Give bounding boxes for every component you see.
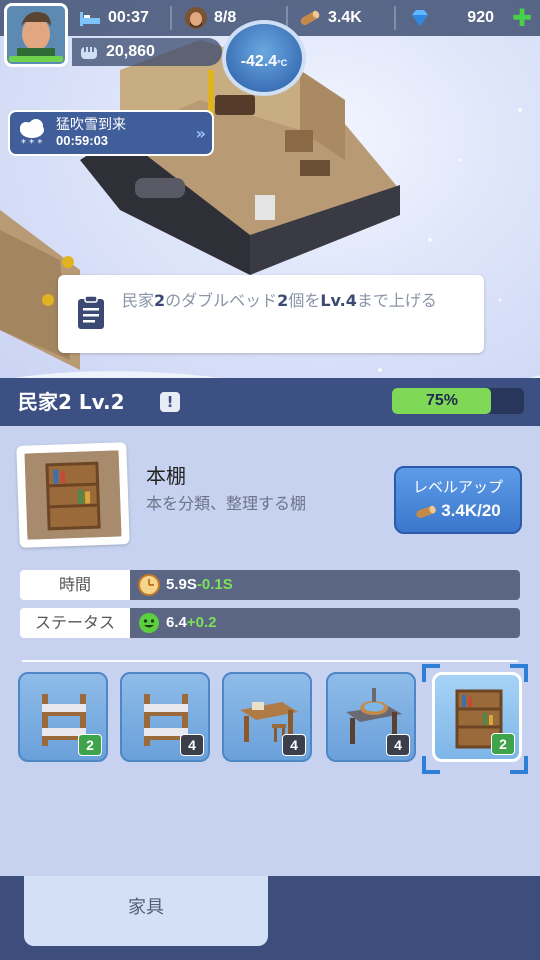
furniture-slot-wash-basin[interactable]: 4 [326, 672, 416, 762]
level-badge: 4 [180, 734, 204, 756]
level-up-cost: 3.4K/20 [396, 501, 520, 521]
tab-furniture[interactable]: 家具 [24, 876, 268, 946]
population-stat[interactable]: 8/8 [184, 6, 236, 30]
furniture-slot-bunk-bed[interactable]: 2 [18, 672, 108, 762]
stat-row-status: ステータス 6.4+0.2 [20, 608, 520, 638]
weather-countdown: 00:59:03 [56, 133, 109, 148]
selection-corner [422, 756, 440, 774]
stat-delta: +0.2 [186, 614, 217, 631]
survivor-icon [185, 7, 207, 29]
item-name: 本棚 [146, 464, 186, 488]
stat-value-text: 6.4 [166, 614, 187, 631]
quest-text-part: 個を [288, 291, 321, 310]
furniture-slot-bookshelf-selected[interactable]: 2 [432, 672, 522, 762]
quest-text-part: 民家 [122, 291, 155, 310]
timer-stat[interactable]: 00:37 [78, 6, 149, 30]
building-progress-bar: 75% [392, 388, 524, 414]
stat-value: 5.9S-0.1S [130, 570, 520, 600]
gem-value: 920 [467, 9, 494, 27]
level-badge: 2 [491, 733, 515, 755]
quest-text-part: まで上げる [356, 291, 437, 310]
selection-corner [422, 664, 440, 682]
quest-text-highlight: 2 [277, 291, 289, 310]
diamond-icon [412, 10, 428, 26]
stat-label: ステータス [20, 608, 130, 638]
warning-icon[interactable]: ! [160, 392, 180, 412]
stat-row-time: 時間 5.9S-0.1S [20, 570, 520, 600]
weather-name: 猛吹雪到来 [56, 117, 126, 133]
power-value: 20,860 [106, 43, 155, 60]
quest-text-highlight: Lv.4 [320, 291, 357, 310]
clipboard-icon [78, 295, 104, 329]
character-portrait-icon [7, 6, 65, 58]
weather-alert[interactable]: * * * 猛吹雪到来 00:59:03 » [8, 110, 214, 156]
quest-text: 民家2のダブルベッド2個をLv.4まで上げる [122, 289, 472, 313]
quest-text-part: のダブルベッド [165, 291, 278, 310]
furniture-slot-bunk-bed[interactable]: 4 [120, 672, 210, 762]
furniture-panel: 本棚 本を分類、整理する棚 レベルアップ 3.4K/20 時間 5.9S-0.1… [0, 426, 540, 876]
svg-text:* * *: * * * [21, 138, 42, 148]
item-image [16, 442, 130, 548]
building-header: 民家2 Lv.2 ! 75% [0, 378, 540, 426]
gem-stat[interactable]: 920 [408, 6, 494, 30]
snow-cloud-icon: * * * [20, 119, 44, 148]
section-divider [22, 660, 518, 662]
progress-label: 75% [425, 392, 459, 409]
clock-icon [138, 574, 160, 597]
double-chevron-right-icon: » [195, 124, 206, 143]
selection-corner [510, 664, 528, 682]
power-stat: 20,860 [72, 38, 222, 66]
level-badge: 2 [78, 734, 102, 756]
bookshelf-icon [24, 450, 122, 540]
temperature-gauge[interactable]: -42.4°C [222, 20, 306, 96]
add-gems-button[interactable]: ✚ [512, 6, 532, 30]
temperature-value: -42.4 [240, 53, 278, 70]
temperature-unit: °C [277, 58, 288, 68]
stat-delta: -0.1S [196, 576, 233, 593]
stat-value-text: 5.9S [166, 576, 197, 593]
population-value: 8/8 [214, 9, 237, 27]
fist-icon [81, 46, 97, 59]
level-up-label: レベルアップ [412, 478, 503, 496]
timer-value: 00:37 [108, 9, 149, 27]
player-health-bar [9, 56, 63, 62]
divider [170, 6, 172, 30]
quest-tooltip[interactable]: 民家2のダブルベッド2個をLv.4まで上げる [58, 275, 484, 353]
wood-log-icon [416, 505, 436, 518]
quest-text-highlight: 2 [154, 291, 166, 310]
bottom-bar: 家具 [0, 876, 540, 960]
wood-value: 3.4K [328, 9, 362, 27]
bed-icon [80, 12, 100, 26]
level-badge: 4 [282, 734, 306, 756]
wood-log-icon [300, 10, 320, 25]
stat-label: 時間 [20, 570, 130, 600]
stat-value: 6.4+0.2 [130, 608, 520, 638]
furniture-slot-desk[interactable]: 4 [222, 672, 312, 762]
level-up-cost-value: 3.4K/20 [441, 501, 501, 520]
level-badge: 4 [386, 734, 410, 756]
level-up-button[interactable]: レベルアップ 3.4K/20 [394, 466, 522, 534]
player-avatar[interactable] [4, 3, 68, 67]
divider [394, 6, 396, 30]
selection-corner [510, 756, 528, 774]
smiley-icon [139, 613, 159, 634]
wood-stat[interactable]: 3.4K [298, 6, 362, 30]
building-title: 民家2 Lv.2 [18, 390, 125, 414]
item-description: 本を分類、整理する棚 [146, 494, 307, 513]
